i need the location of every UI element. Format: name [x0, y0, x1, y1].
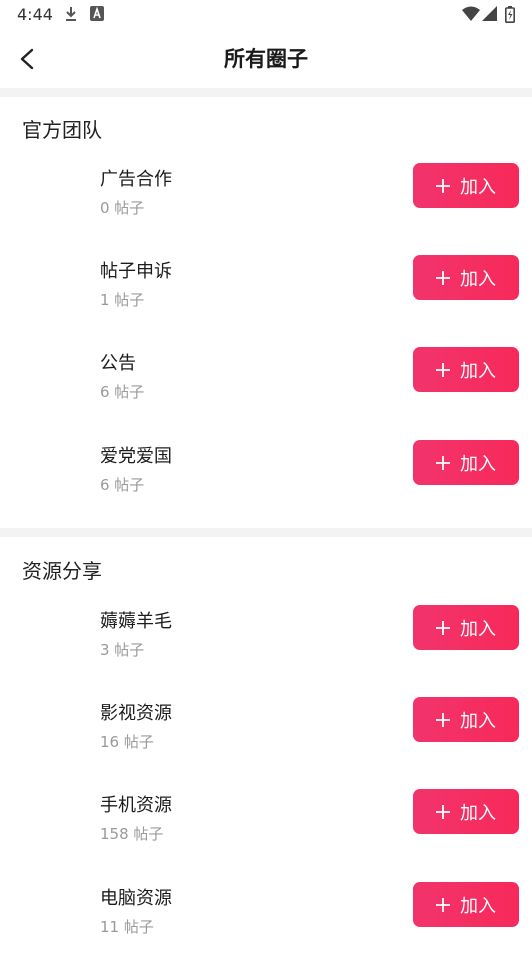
post-count: 0 帖子 — [100, 199, 145, 217]
join-button-label: 加入 — [460, 802, 496, 824]
post-count: 6 帖子 — [100, 383, 145, 401]
circle-name: 帖子申诉 — [100, 261, 172, 282]
plus-icon — [436, 620, 450, 635]
post-count: 11 帖子 — [100, 918, 154, 936]
post-count: 6 帖子 — [100, 476, 145, 494]
join-button[interactable]: 加入 — [413, 347, 519, 392]
plus-icon — [436, 455, 450, 470]
download-icon — [66, 7, 76, 21]
a-icon — [90, 6, 104, 21]
join-button-label: 加入 — [460, 618, 496, 640]
join-button-label: 加入 — [460, 268, 496, 290]
nav-bar: 所有圈子 — [0, 30, 532, 87]
join-button[interactable]: 加入 — [413, 605, 519, 650]
join-button[interactable]: 加入 — [413, 789, 519, 834]
post-count: 16 帖子 — [100, 733, 154, 751]
list-item: 电脑资源 11 帖子 加入 — [0, 882, 532, 962]
join-button-label: 加入 — [460, 453, 496, 475]
wifi-icon — [462, 6, 480, 21]
join-button[interactable]: 加入 — [413, 697, 519, 742]
plus-icon — [436, 897, 450, 912]
status-bar: 4:44 — [0, 0, 532, 30]
status-time: 4:44 — [17, 5, 53, 24]
plus-icon — [436, 712, 450, 727]
page-title: 所有圈子 — [224, 47, 308, 71]
battery-icon — [505, 6, 515, 23]
post-count: 158 帖子 — [100, 825, 164, 843]
join-button[interactable]: 加入 — [413, 882, 519, 927]
circle-name: 公告 — [100, 353, 136, 374]
join-button-label: 加入 — [460, 176, 496, 198]
section-divider — [0, 528, 532, 537]
circle-name: 广告合作 — [100, 169, 172, 190]
post-count: 1 帖子 — [100, 291, 145, 309]
list-item: 手机资源 158 帖子 加入 — [0, 789, 532, 869]
section-divider — [0, 88, 532, 97]
join-button-label: 加入 — [460, 360, 496, 382]
list-item: 广告合作 0 帖子 加入 — [0, 163, 532, 243]
list-item: 影视资源 16 帖子 加入 — [0, 697, 532, 777]
circle-name: 电脑资源 — [100, 888, 172, 909]
circle-name: 手机资源 — [100, 795, 172, 816]
section-title-resources: 资源分享 — [22, 559, 102, 583]
list-item: 薅薅羊毛 3 帖子 加入 — [0, 605, 532, 685]
plus-icon — [436, 178, 450, 193]
list-item: 爱党爱国 6 帖子 加入 — [0, 440, 532, 520]
join-button[interactable]: 加入 — [413, 163, 519, 208]
circle-name: 影视资源 — [100, 703, 172, 724]
signal-icon — [482, 6, 497, 21]
plus-icon — [436, 804, 450, 819]
plus-icon — [436, 270, 450, 285]
join-button[interactable]: 加入 — [413, 440, 519, 485]
plus-icon — [436, 362, 450, 377]
circle-name: 爱党爱国 — [100, 446, 172, 467]
join-button-label: 加入 — [460, 710, 496, 732]
section-title-official: 官方团队 — [22, 118, 102, 142]
join-button[interactable]: 加入 — [413, 255, 519, 300]
circle-name: 薅薅羊毛 — [100, 611, 172, 632]
list-item: 公告 6 帖子 加入 — [0, 347, 532, 427]
list-item: 帖子申诉 1 帖子 加入 — [0, 255, 532, 335]
post-count: 3 帖子 — [100, 641, 145, 659]
join-button-label: 加入 — [460, 895, 496, 917]
